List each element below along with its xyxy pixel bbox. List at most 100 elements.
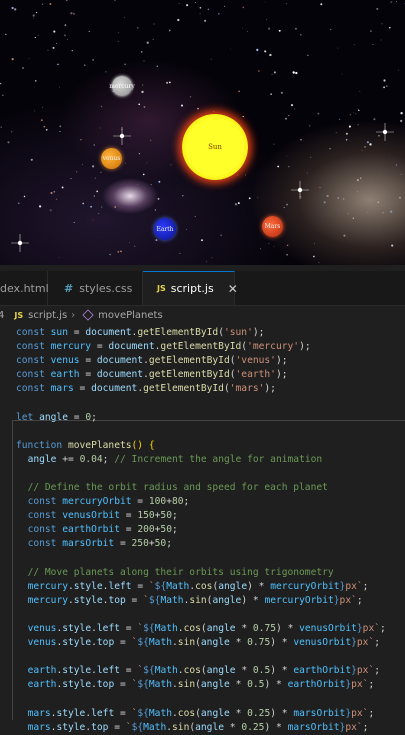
code-token: ;	[362, 580, 369, 592]
code-token: ${	[143, 665, 155, 677]
code-token: *	[224, 721, 242, 733]
code-line[interactable]	[16, 552, 405, 566]
code-line[interactable]: earth.style.left = `${Math.cos(angle * 0…	[16, 664, 405, 678]
code-token: getElementById	[148, 369, 230, 381]
code-line[interactable]: // Move planets along their orbits using…	[16, 566, 405, 580]
code-token: px`	[351, 707, 369, 719]
code-token: =	[73, 383, 92, 395]
code-token: ${	[131, 721, 144, 733]
code-token: 0.5	[252, 665, 271, 677]
tab-script-js[interactable]: JS script.js ✕	[143, 271, 238, 305]
code-line[interactable]: mars.style.top = `${Math.sin(angle * 0.2…	[16, 721, 405, 735]
code-token: 0.5	[247, 679, 265, 691]
code-line[interactable]: const marsOrbit = 250+50;	[16, 537, 405, 551]
code-token: marsOrbit	[287, 721, 340, 733]
code-line[interactable]	[16, 467, 405, 481]
code-token: document	[91, 383, 138, 395]
code-token: =	[125, 594, 144, 606]
code-token: angle	[200, 637, 230, 649]
tab-index-html[interactable]: dex.html	[0, 271, 49, 305]
breadcrumb-file[interactable]: script.js	[28, 310, 67, 321]
code-token: *	[235, 622, 253, 634]
code-token: Math	[160, 594, 184, 606]
code-line[interactable]: const earth = document.getElementById('e…	[16, 368, 405, 382]
code-token: 0.75	[247, 637, 271, 649]
code-line[interactable]: const venusOrbit = 150+50;	[16, 509, 405, 523]
code-line[interactable]: const sun = document.getElementById('sun…	[16, 326, 405, 340]
code-line[interactable]: const mars = document.getElementById('ma…	[16, 382, 405, 396]
bright-star	[11, 234, 29, 252]
code-line[interactable]: const venus = document.getElementById('v…	[16, 354, 405, 368]
code-line[interactable]: mercury.style.left = `${Math.cos(angle) …	[16, 580, 405, 594]
js-icon: JS	[14, 310, 24, 320]
code-token: ) *	[276, 622, 300, 634]
code-token: ;	[368, 707, 375, 719]
code-token: 50	[160, 510, 172, 522]
code-token: 'venus'	[235, 355, 276, 367]
breadcrumb-symbol[interactable]: movePlanets	[98, 310, 163, 321]
code-line[interactable]	[16, 608, 405, 622]
code-line[interactable]: const mercury = document.getElementById(…	[16, 340, 405, 354]
code-token: function	[16, 439, 68, 451]
code-token: ) *	[264, 721, 288, 733]
code-line[interactable]: const earthOrbit = 200+50;	[16, 523, 405, 537]
code-token: *	[229, 707, 248, 719]
mars: Mars	[262, 216, 283, 237]
code-token: 0.04	[79, 453, 103, 465]
code-line[interactable]	[16, 425, 405, 439]
bright-star	[376, 123, 394, 141]
code-line[interactable]: mars.style.left = `${Math.cos(angle * 0.…	[16, 707, 405, 721]
close-icon[interactable]: ✕	[228, 282, 238, 296]
code-token: const	[27, 524, 63, 536]
code-line[interactable]: let angle = 0;	[16, 411, 405, 425]
code-token: earthOrbit	[287, 679, 346, 691]
code-token: Math	[148, 707, 173, 719]
code-token: Math	[166, 580, 190, 592]
code-line[interactable]: // Define the orbit radius and speed for…	[16, 481, 405, 495]
code-token: +=	[56, 453, 80, 465]
tab-label: styles.css	[79, 281, 133, 295]
code-token: mercuryOrbit	[264, 594, 334, 606]
code-token: getElementById	[160, 341, 242, 353]
breadcrumb-line-number: 4	[0, 309, 5, 321]
code-token: const	[27, 538, 63, 550]
code-token: ${	[137, 637, 149, 649]
code-line[interactable]	[16, 396, 405, 410]
code-token: 'sun'	[223, 327, 253, 338]
chevron-right-icon: ›	[71, 309, 76, 321]
code-token: cos	[183, 665, 201, 677]
code-token: venus	[27, 622, 57, 634]
code-token: const	[16, 383, 51, 395]
code-token: sin	[177, 637, 196, 649]
code-line[interactable]	[16, 650, 405, 664]
code-line[interactable]: venus.style.left = `${Math.cos(angle * 0…	[16, 622, 405, 636]
code-token: ${	[154, 580, 167, 592]
code-token: const	[16, 327, 51, 338]
code-line[interactable]: const mercuryOrbit = 100+80;	[16, 495, 405, 509]
code-line[interactable]: venus.style.top = `${Math.sin(angle * 0.…	[16, 636, 405, 650]
code-line[interactable]	[16, 692, 405, 706]
code-token: );	[299, 341, 311, 353]
code-token: const	[27, 496, 63, 508]
code-token: angle	[195, 721, 225, 733]
code-token: earthOrbit	[293, 665, 352, 677]
code-line[interactable]: mercury.style.top = `${Math.sin(angle) *…	[16, 594, 405, 608]
tab-label: script.js	[170, 282, 214, 295]
tab-styles-css[interactable]: # styles.css	[48, 271, 143, 305]
code-token: 0.25	[247, 707, 271, 719]
code-token: ;	[166, 538, 172, 550]
code-token: // Define the orbit radius and speed for…	[27, 482, 328, 494]
code-line[interactable]: angle += 0.04; // Increment the angle fo…	[16, 453, 405, 467]
code-token: Math	[148, 679, 173, 691]
code-token: ) *	[270, 665, 294, 677]
code-token: style	[56, 721, 86, 733]
code-line[interactable]: function movePlanets() {	[16, 439, 405, 453]
code-line[interactable]: earth.style.top = `${Math.sin(angle * 0.…	[16, 678, 405, 692]
code-area[interactable]: const sun = document.getElementById('sun…	[16, 326, 405, 735]
